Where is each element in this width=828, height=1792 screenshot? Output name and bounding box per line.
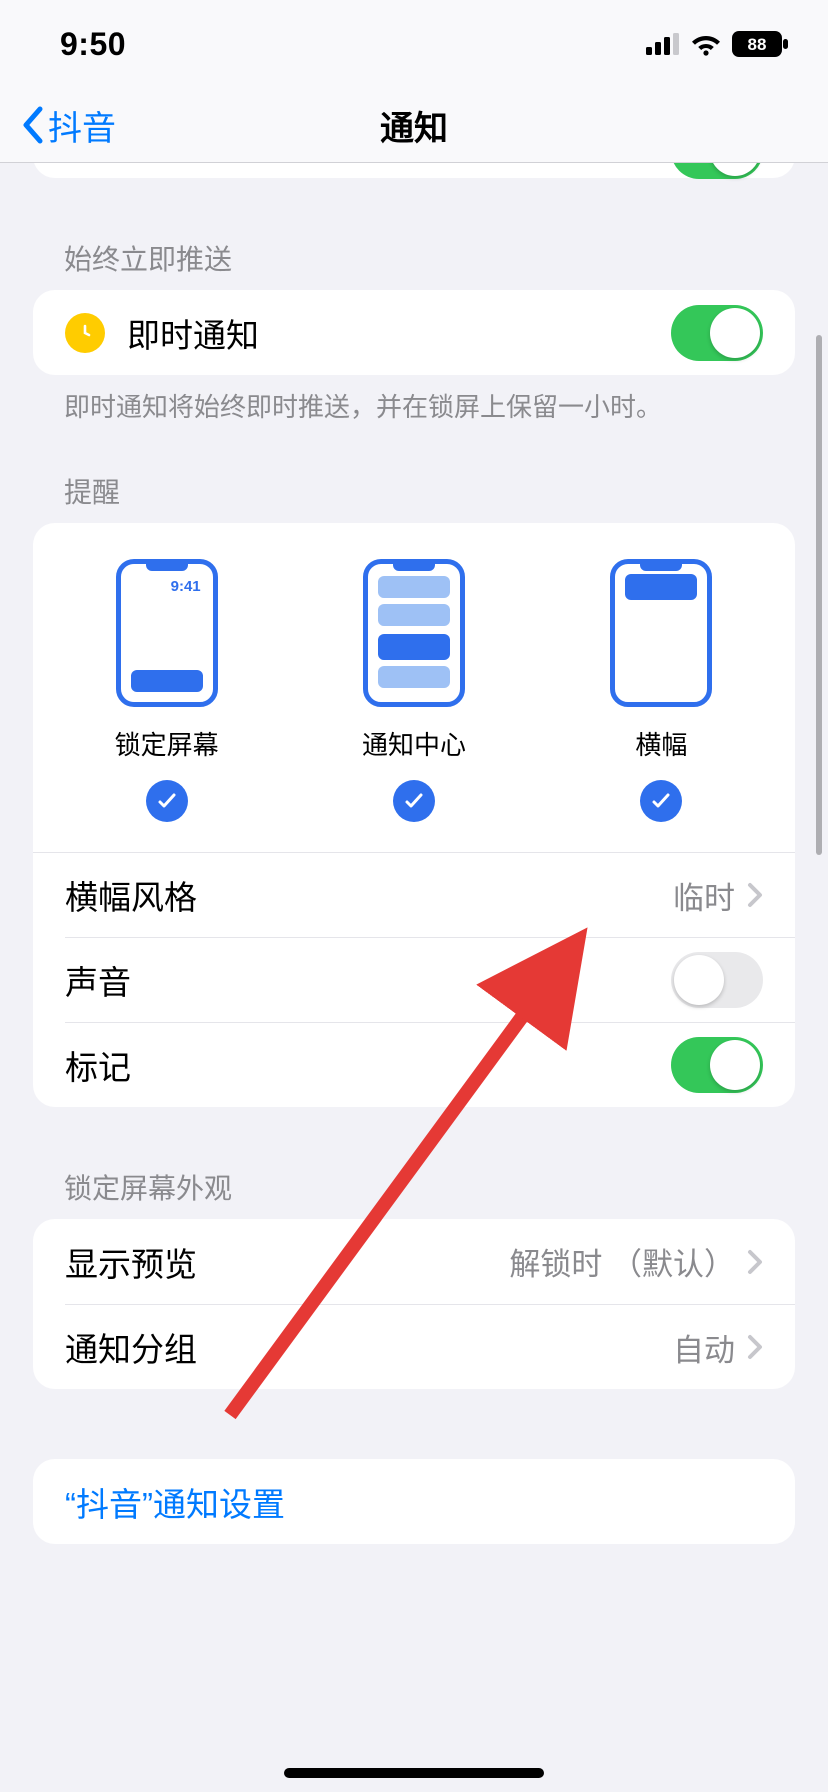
badges-label: 标记	[65, 1041, 671, 1089]
section-header-alerts: 提醒	[64, 471, 764, 511]
home-indicator[interactable]	[284, 1768, 544, 1778]
sounds-label: 声音	[65, 956, 671, 1004]
alert-option-notification-center[interactable]: 通知中心	[290, 559, 537, 822]
alert-option-lockscreen[interactable]: 9:41 锁定屏幕	[43, 559, 290, 822]
content-scroll[interactable]: 始终立即推送 即时通知 即时通知将始终即时推送，并在锁屏上保留一小时。 提醒 9…	[0, 163, 828, 1792]
time-sensitive-label: 即时通知	[127, 309, 671, 357]
group-lockscreen: 显示预览 解锁时 （默认） 通知分组 自动	[33, 1219, 795, 1389]
cellular-icon	[646, 33, 680, 55]
alert-option-lockscreen-label: 锁定屏幕	[115, 725, 219, 762]
allow-notifications-toggle[interactable]	[671, 163, 763, 179]
nav-header: 抖音 通知	[0, 88, 828, 163]
sounds-toggle[interactable]	[671, 952, 763, 1008]
badges-toggle[interactable]	[671, 1037, 763, 1093]
alert-option-notification-center-label: 通知中心	[362, 725, 466, 762]
chevron-left-icon	[20, 105, 44, 145]
group-deliver: 即时通知	[33, 290, 795, 375]
battery-text: 88	[748, 35, 767, 54]
scrollbar-thumb[interactable]	[816, 335, 822, 855]
show-previews-label: 显示预览	[65, 1238, 509, 1286]
chevron-right-icon	[747, 1334, 763, 1360]
notification-grouping-label: 通知分组	[65, 1323, 673, 1371]
row-app-notification-settings[interactable]: “抖音”通知设置	[33, 1459, 795, 1544]
notification-center-preview-icon	[363, 559, 465, 707]
wifi-icon	[690, 32, 722, 56]
back-button[interactable]: 抖音	[20, 101, 116, 150]
lockscreen-preview-icon: 9:41	[116, 559, 218, 707]
status-time: 9:50	[60, 26, 126, 63]
row-notification-grouping[interactable]: 通知分组 自动	[65, 1304, 795, 1389]
chevron-right-icon	[747, 882, 763, 908]
back-label: 抖音	[48, 101, 116, 150]
alert-option-banners-label: 横幅	[635, 725, 687, 762]
banner-style-value: 临时	[673, 873, 735, 918]
status-bar: 9:50 88	[0, 0, 828, 88]
checkmark-icon	[640, 780, 682, 822]
alert-option-banners[interactable]: 横幅	[538, 559, 785, 822]
app-notification-settings-label: “抖音”通知设置	[65, 1478, 763, 1526]
allow-notifications-row-tail	[33, 163, 795, 178]
alerts-options: 9:41 锁定屏幕 通知中心	[33, 559, 795, 852]
section-header-lockscreen: 锁定屏幕外观	[64, 1167, 764, 1207]
status-indicators: 88	[646, 31, 788, 57]
checkmark-icon	[393, 780, 435, 822]
checkmark-icon	[146, 780, 188, 822]
group-app-link: “抖音”通知设置	[33, 1459, 795, 1544]
section-footer-deliver: 即时通知将始终即时推送，并在锁屏上保留一小时。	[64, 389, 764, 425]
notification-grouping-value: 自动	[673, 1325, 735, 1370]
banner-preview-icon	[610, 559, 712, 707]
section-header-deliver: 始终立即推送	[64, 238, 764, 278]
time-sensitive-toggle[interactable]	[671, 305, 763, 361]
row-show-previews[interactable]: 显示预览 解锁时 （默认）	[33, 1219, 795, 1304]
show-previews-value: 解锁时 （默认）	[509, 1239, 735, 1284]
group-alerts: 9:41 锁定屏幕 通知中心	[33, 523, 795, 1107]
row-sounds[interactable]: 声音	[65, 937, 795, 1022]
chevron-right-icon	[747, 1249, 763, 1275]
clock-icon	[65, 313, 105, 353]
row-badges[interactable]: 标记	[65, 1022, 795, 1107]
row-banner-style[interactable]: 横幅风格 临时	[33, 852, 795, 937]
banner-style-label: 横幅风格	[65, 871, 673, 919]
row-time-sensitive[interactable]: 即时通知	[33, 290, 795, 375]
page-title: 通知	[0, 101, 828, 150]
battery-icon: 88	[732, 31, 788, 57]
